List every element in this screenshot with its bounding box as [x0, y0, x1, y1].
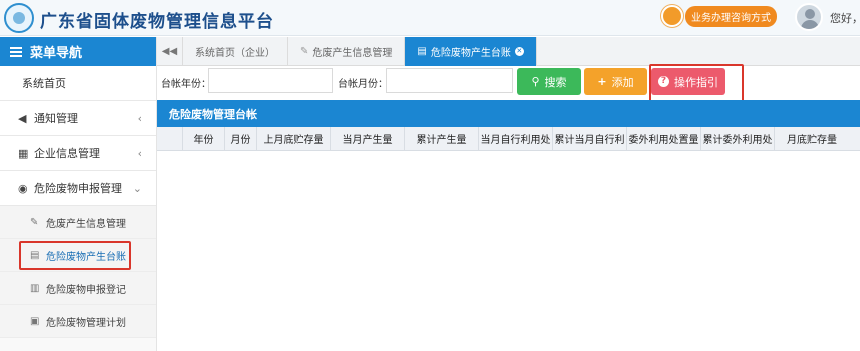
- lightbulb-icon: ◉: [18, 181, 28, 195]
- year-label: 台帐年份：: [161, 79, 211, 90]
- list-icon: ▤: [417, 46, 427, 57]
- table-icon: ▥: [30, 282, 40, 294]
- greeting-text: 您好，: [830, 12, 860, 25]
- sidebar-item-company-info[interactable]: ▦ 企业信息管理 ‹: [0, 136, 156, 171]
- sidebar-subitem-waste-generation-info[interactable]: ✎ 危废产生信息管理: [0, 206, 156, 239]
- column-header[interactable]: 当月自行利用处: [479, 127, 553, 150]
- tab-label: 危废产生信息管理: [312, 48, 393, 59]
- column-header[interactable]: 当月产生量: [331, 127, 405, 150]
- sidebar-subitem-label: 危险废物管理计划: [46, 317, 126, 329]
- highlight-box-sidebar: [19, 241, 131, 270]
- table-body: [157, 151, 860, 351]
- edit-icon: ✎: [30, 216, 39, 228]
- sidebar-item-label: 通知管理: [34, 112, 78, 125]
- app-title: 广东省固体废物管理信息平台: [40, 12, 274, 32]
- tab-label: 系统首页（企业）: [195, 48, 275, 59]
- month-input[interactable]: [386, 68, 513, 93]
- column-header[interactable]: 委外利用处置量: [627, 127, 701, 150]
- consult-contact[interactable]: 业务办理咨询方式: [661, 4, 777, 28]
- platform-logo-icon: [4, 3, 34, 33]
- column-header[interactable]: 年份: [183, 127, 225, 150]
- user-avatar[interactable]: [795, 3, 823, 31]
- edit-icon: ✎: [300, 46, 309, 57]
- sidebar-item-label: 危险废物申报管理: [34, 182, 122, 195]
- menu-title: 菜单导航: [30, 46, 83, 61]
- search-button-label: 搜索: [544, 75, 567, 89]
- tab-bar: ◀◀ 系统首页（企业） ✎ 危废产生信息管理 ▤ 危险废物产生台账 ✕: [157, 37, 860, 66]
- search-bar: 台帐年份： 台帐月份： ⚲ 搜索 + 添加 ? 操作指引: [157, 66, 860, 96]
- search-button[interactable]: ⚲ 搜索: [517, 68, 581, 95]
- plus-icon: +: [597, 75, 607, 88]
- sidebar-item-hazardous-waste[interactable]: ◉ 危险废物申报管理 ⌄: [0, 171, 156, 206]
- column-header[interactable]: 累计委外利用处: [701, 127, 775, 150]
- chevron-left-icon: ‹: [137, 111, 142, 125]
- add-button-label: 添加: [611, 75, 634, 89]
- month-label: 台帐月份：: [338, 79, 388, 90]
- tab-waste-generation-info[interactable]: ✎ 危废产生信息管理: [288, 37, 406, 66]
- briefcase-icon: ▣: [30, 315, 40, 327]
- sidebar-subitem-label: 危废产生信息管理: [46, 218, 126, 230]
- tab-home[interactable]: 系统首页（企业）: [183, 37, 288, 66]
- sidebar-subitem-waste-declaration[interactable]: ▥ 危险废物申报登记: [0, 272, 156, 305]
- column-header[interactable]: 上月底贮存量: [257, 127, 331, 150]
- sidebar-subitem-label: 危险废物申报登记: [46, 284, 126, 296]
- row-number-header: [157, 127, 183, 150]
- tab-waste-ledger[interactable]: ▤ 危险废物产生台账 ✕: [405, 37, 537, 66]
- consult-label[interactable]: 业务办理咨询方式: [685, 5, 777, 27]
- sidebar-item-notifications[interactable]: ◀ 通知管理 ‹: [0, 101, 156, 136]
- tab-scroll-left-icon[interactable]: ◀◀: [157, 37, 183, 66]
- menu-icon[interactable]: [10, 46, 22, 57]
- column-header[interactable]: 月底贮存量: [775, 127, 849, 150]
- search-icon: ⚲: [531, 75, 540, 88]
- sidebar-item-label: 企业信息管理: [34, 147, 100, 160]
- app-header: 广东省固体废物管理信息平台 业务办理咨询方式 您好，: [0, 0, 860, 36]
- sidebar-subitem-waste-plan[interactable]: ▣ 危险废物管理计划: [0, 305, 156, 338]
- sidebar: 菜单导航 系统首页 ◀ 通知管理 ‹ ▦ 企业信息管理 ‹ ◉ 危险废物申报管理…: [0, 37, 157, 351]
- column-header[interactable]: 累计产生量: [405, 127, 479, 150]
- year-input[interactable]: [208, 68, 333, 93]
- chevron-down-icon: ⌄: [132, 181, 142, 195]
- panel-title: 危险废物管理台帐: [157, 100, 860, 127]
- sidebar-item-label: 系统首页: [22, 77, 66, 90]
- qrcode-icon: ▦: [18, 146, 29, 160]
- column-header[interactable]: 月份: [225, 127, 257, 150]
- column-header[interactable]: 累计当月自行利: [553, 127, 627, 150]
- sidebar-item-home[interactable]: 系统首页: [0, 66, 156, 101]
- add-button[interactable]: + 添加: [584, 68, 647, 95]
- customer-service-icon[interactable]: [661, 5, 683, 27]
- chevron-left-icon: ‹: [137, 146, 142, 160]
- megaphone-icon: ◀: [18, 111, 27, 125]
- close-icon[interactable]: ✕: [514, 47, 524, 56]
- menu-header[interactable]: 菜单导航: [0, 37, 156, 66]
- tab-label: 危险废物产生台账: [430, 48, 511, 59]
- table-header: 年份 月份 上月底贮存量 当月产生量 累计产生量 当月自行利用处 累计当月自行利…: [157, 127, 860, 151]
